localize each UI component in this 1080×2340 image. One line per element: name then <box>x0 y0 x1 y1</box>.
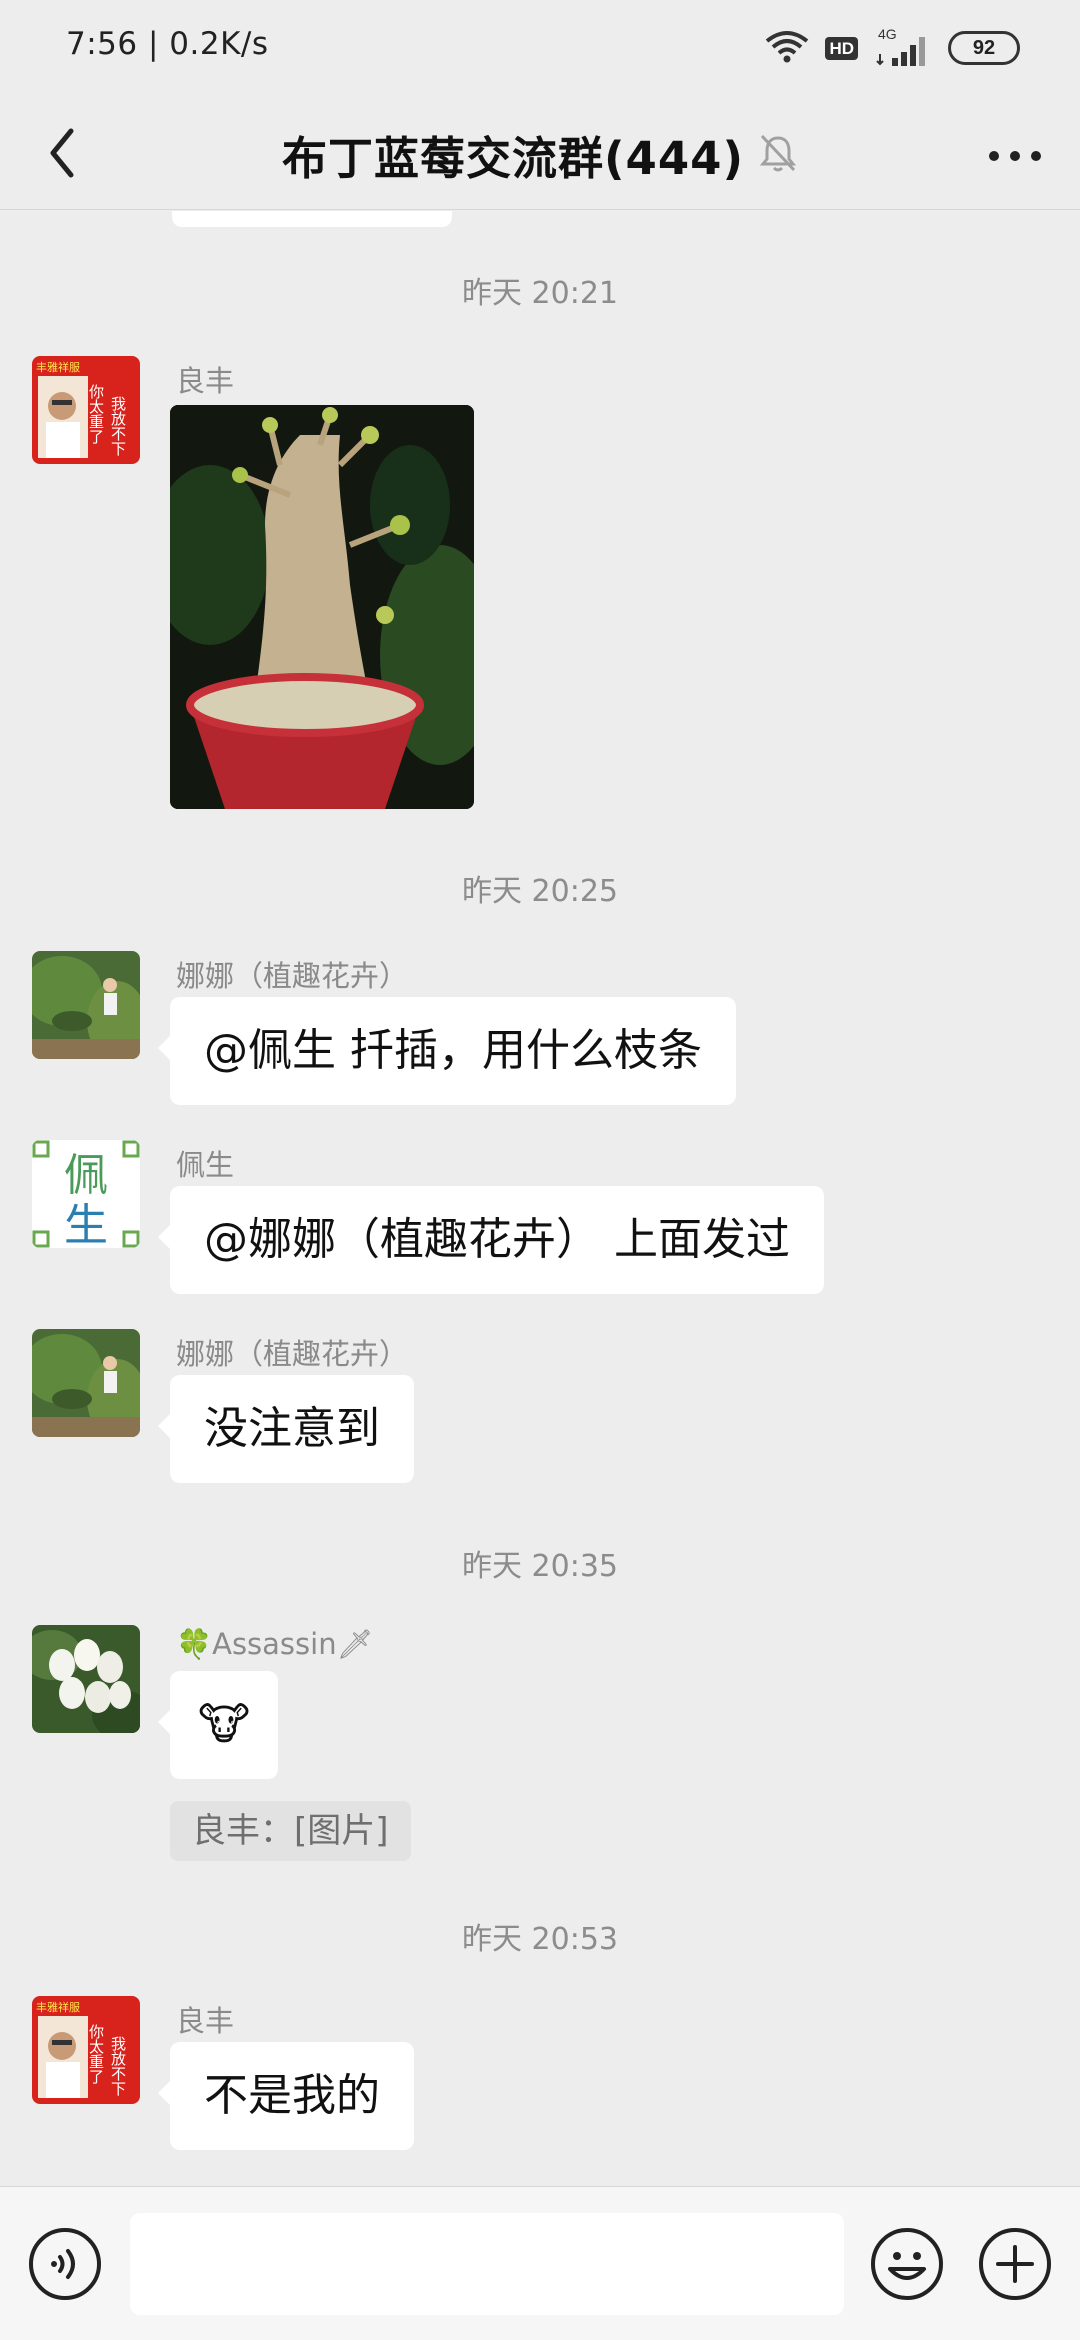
avatar-caption: 我放不下 <box>109 396 127 456</box>
avatar-character: 生 <box>64 1200 108 1248</box>
emoji-button[interactable] <box>870 2227 944 2301</box>
quoted-reply[interactable]: 良丰：[图片] <box>170 1801 411 1861</box>
timestamp-separator: 昨天 20:25 <box>462 874 618 909</box>
avatar[interactable]: 丰雅祥服 你太重了 我放不下 <box>32 1996 140 2104</box>
avatar-caption: 你太重了 <box>87 384 105 444</box>
chat-header: 布丁蓝莓交流群(444) <box>0 96 1080 210</box>
input-bar <box>0 2186 1080 2340</box>
timestamp-separator: 昨天 20:53 <box>462 1922 618 1957</box>
timestamp-separator: 昨天 20:35 <box>462 1549 618 1584</box>
muted-bell-icon <box>758 132 798 178</box>
sender-name: 娜娜（植趣花卉） <box>176 959 409 993</box>
battery-icon: 92 <box>948 31 1020 65</box>
signal-icon: 4G <box>874 26 932 68</box>
avatar[interactable] <box>32 1329 140 1437</box>
avatar[interactable] <box>32 951 140 1059</box>
chat-title: 布丁蓝莓交流群(444) <box>281 132 745 185</box>
voice-input-button[interactable] <box>28 2227 102 2301</box>
status-bar: 7:56 | 0.2K/s HD 4G 92 <box>0 0 1080 96</box>
message-bubble[interactable]: 没注意到 <box>158 1375 414 1483</box>
avatar-caption: 我放不下 <box>109 2036 127 2096</box>
sender-name: 良丰 <box>176 364 235 398</box>
message-bubble[interactable]: 不是我的 <box>158 2042 414 2150</box>
sender-name: 佩生 <box>176 1148 235 1182</box>
avatar[interactable] <box>32 1625 140 1733</box>
more-dots-icon <box>989 151 1041 161</box>
more-functions-button[interactable] <box>978 2227 1052 2301</box>
message-bubble[interactable]: 🐮 <box>157 1671 279 1779</box>
voice-icon <box>29 2228 101 2300</box>
message-bubble[interactable]: @佩生 扦插，用什么枝条 <box>158 997 736 1105</box>
avatar[interactable]: 佩 生 <box>32 1140 140 1248</box>
chat-title-group: 布丁蓝莓交流群(444) <box>0 122 1080 187</box>
status-icons: HD 4G 92 <box>765 26 1020 68</box>
hd-badge: HD <box>825 36 858 60</box>
status-time-speed: 7:56 | 0.2K/s <box>66 26 269 62</box>
avatar-character: 佩 <box>64 1150 108 1201</box>
sender-name: 🍀Assassin🗡 <box>176 1627 374 1661</box>
more-options-button[interactable] <box>980 126 1050 186</box>
wifi-icon <box>765 29 809 67</box>
message-input[interactable] <box>130 2213 844 2315</box>
sender-name: 良丰 <box>176 2004 235 2038</box>
avatar-caption: 丰雅祥服 <box>36 360 80 374</box>
avatar-caption: 丰雅祥服 <box>36 2000 80 2014</box>
avatar-caption: 你太重了 <box>87 2024 105 2084</box>
chat-message-list[interactable]: 昨天 20:21 丰雅祥服 你太重了 我放不下 良丰 昨天 20:25 娜娜（植… <box>0 211 1080 2186</box>
previous-message-bubble[interactable] <box>172 211 452 227</box>
message-bubble[interactable]: @娜娜（植趣花卉） 上面发过 <box>158 1186 824 1294</box>
timestamp-separator: 昨天 20:21 <box>462 276 618 311</box>
sender-name: 娜娜（植趣花卉） <box>176 1337 409 1371</box>
smiley-icon <box>871 2228 943 2300</box>
avatar[interactable]: 丰雅祥服 你太重了 我放不下 <box>32 356 140 464</box>
plus-icon <box>979 2228 1051 2300</box>
image-message[interactable] <box>170 405 474 809</box>
